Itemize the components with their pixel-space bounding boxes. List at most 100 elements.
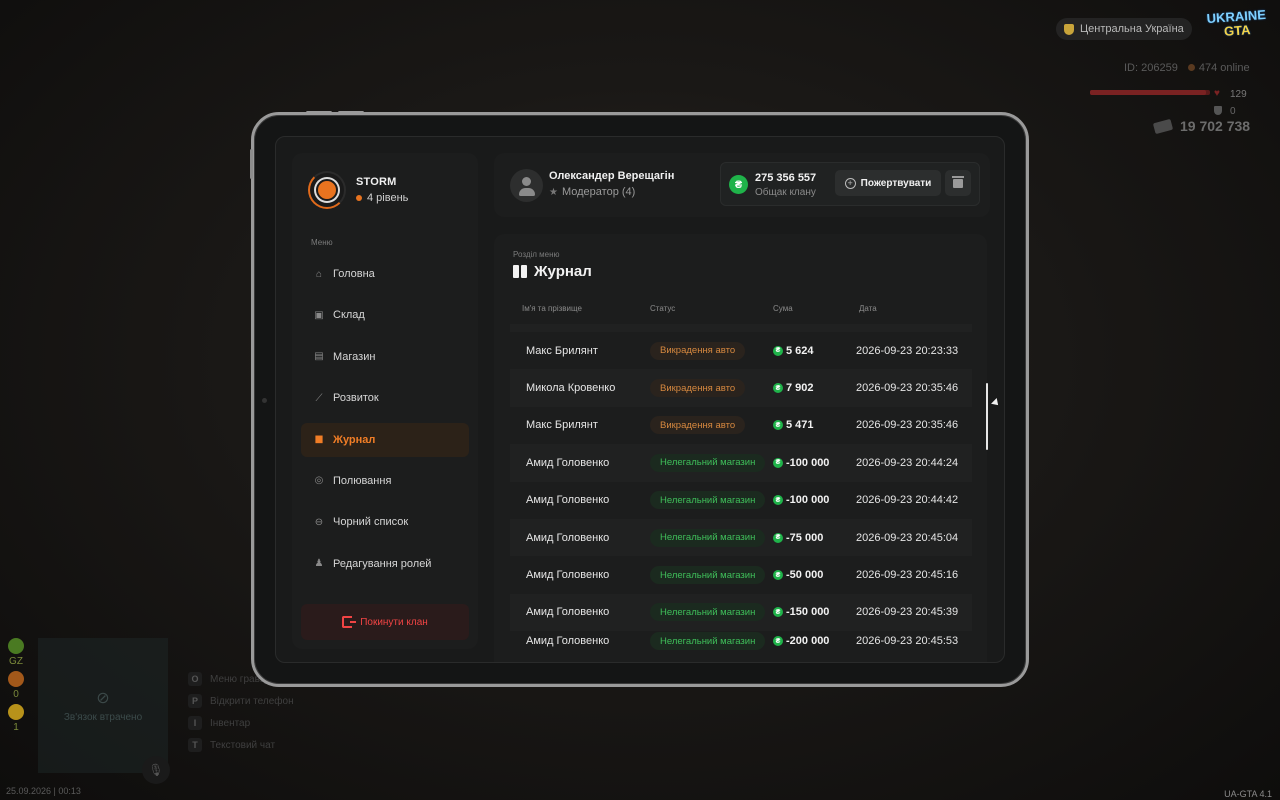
sidebar-item-4[interactable]: ▮▮ Журнал xyxy=(301,422,469,457)
hryvnia-coin-icon: ₴ xyxy=(773,457,783,468)
status-badge: Викрадення авто xyxy=(650,341,746,360)
health-value: 129 xyxy=(1230,89,1247,100)
status-badge: Нелегальний магазин xyxy=(650,603,766,622)
player-id-online: ID: 206259 474 online xyxy=(1124,62,1250,74)
online-count: 474 online xyxy=(1187,62,1250,74)
armor-value: 0 xyxy=(1230,106,1236,117)
row-sum: ₴ 5 624 xyxy=(773,345,814,357)
hryvnia-coin-icon: ₴ xyxy=(773,532,783,543)
section-caption: Розділ меню xyxy=(513,250,560,259)
row-name: Амид Головенко xyxy=(526,531,610,544)
user-edit-icon: ♟ xyxy=(314,558,324,570)
status-badge: Нелегальний магазин xyxy=(650,453,766,472)
table-row: Амид Головенко Нелегальний магазин ₴ -100 0… xyxy=(510,482,972,519)
bank-amount: 275 356 557 xyxy=(755,172,817,184)
row-name: Амид Головенко xyxy=(526,494,610,507)
player-role: ★ Модератор (4) xyxy=(549,186,636,198)
level-dot-icon xyxy=(356,195,362,201)
sidebar-item-6[interactable]: ⊖ Чорний список xyxy=(301,505,469,539)
status-badge: Нелегальний магазин xyxy=(650,528,766,547)
row-date: 2026-09-23 20:35:46 xyxy=(856,382,959,395)
donate-button[interactable]: + Пожертвувати xyxy=(835,170,941,196)
sidebar-item-label: Редагування ролей xyxy=(333,557,432,570)
table-row: Амид Головенко Нелегальний магазин ₴ -150 0… xyxy=(510,593,972,632)
table-row: Амид Головенко Нелегальний магазин ₴ -200 0… xyxy=(510,631,972,651)
row-date: 2026-09-23 20:45:16 xyxy=(856,569,959,582)
blocked-icon: ⊖ xyxy=(314,516,323,528)
player-name: Олександер Верещагін xyxy=(549,170,675,182)
status-badge: Нелегальний магазин xyxy=(650,566,766,585)
hryvnia-coin-icon: ₴ xyxy=(773,636,783,647)
row-date: 2026-09-23 20:35:46 xyxy=(856,419,959,432)
tablet-screen: STORM 4 рівень Меню ⌂ Головна ▣ Склад ▤ Магаз… xyxy=(275,136,1005,663)
player-money: 19 702 738 xyxy=(1152,118,1250,134)
column-header-sum: Сума xyxy=(773,304,793,313)
hryvnia-coin-icon: ₴ xyxy=(773,570,783,581)
table-header-spacer xyxy=(510,324,972,332)
cash-icon xyxy=(1152,118,1174,134)
sidebar-item-label: Чорний список xyxy=(333,516,409,529)
wanted-icon xyxy=(8,671,24,687)
microphone-icon: 🎙︎ xyxy=(142,756,170,784)
row-name: Амид Головенко xyxy=(526,569,610,582)
row-sum: ₴ 5 471 xyxy=(773,419,814,431)
book-icon xyxy=(513,265,527,278)
region-indicator: Центральна Україна xyxy=(1056,18,1192,40)
sidebar-item-1[interactable]: ▣ Склад xyxy=(301,298,469,332)
sidebar-menu: ⌂ Головна ▣ Склад ▤ Магазин ⟋ Розвиток ▮▮ Журнал ◎… xyxy=(301,257,469,588)
row-date: 2026-09-23 20:44:42 xyxy=(856,494,959,507)
row-sum: ₴ -100 000 xyxy=(773,457,829,469)
plus-circle-icon: + xyxy=(844,177,856,189)
journal-table: Макс Брилянт Викрадення авто ₴ 5 624 2026-09… xyxy=(510,332,972,651)
bank-label: Общак клану xyxy=(755,187,816,198)
status-badge: Нелегальний магазин xyxy=(650,491,766,510)
sidebar-item-label: Головна xyxy=(333,268,375,280)
row-name: Макс Брилянт xyxy=(526,344,598,357)
tablet-button xyxy=(306,111,332,114)
box-icon xyxy=(952,175,964,188)
region-name: Центральна Україна xyxy=(1080,23,1184,35)
gang-zone-icon xyxy=(8,638,24,654)
sidebar-item-5[interactable]: ◎ Полювання xyxy=(301,464,469,498)
warehouse-icon: ▣ xyxy=(314,309,323,321)
tablet-button xyxy=(338,111,364,114)
target-icon: ◎ xyxy=(314,475,324,487)
sidebar-item-0[interactable]: ⌂ Головна xyxy=(301,257,469,291)
row-name: Амид Головенко xyxy=(526,635,610,648)
clan-tablet: STORM 4 рівень Меню ⌂ Головна ▣ Склад ▤ Магаз… xyxy=(250,111,1029,687)
column-header-date: Дата xyxy=(859,304,877,313)
table-row: Амид Головенко Нелегальний магазин ₴ -75 00… xyxy=(510,518,972,557)
clan-name: STORM xyxy=(356,176,397,188)
coin-stat-icon xyxy=(8,704,24,720)
clan-bank: ₴ 275 356 557 Общак клану + Пожертвувати xyxy=(720,162,980,206)
row-name: Амид Головенко xyxy=(526,456,610,469)
sidebar-item-label: Розвиток xyxy=(333,392,379,405)
table-row: Амид Головенко Нелегальний магазин ₴ -100 0… xyxy=(510,444,972,482)
shop-basket-icon: ▤ xyxy=(314,351,323,363)
hryvnia-coin-icon: ₴ xyxy=(773,495,783,506)
storage-box-button[interactable] xyxy=(945,170,971,196)
server-logo: UKRAINE GTA xyxy=(1206,6,1267,39)
keybind-row: T Текстовий чат xyxy=(188,734,294,756)
game-version: UA-GTA 4.1 xyxy=(1224,789,1272,799)
row-sum: ₴ -50 000 xyxy=(773,569,823,581)
sidebar-item-7[interactable]: ♟ Редагування ролей xyxy=(301,547,469,581)
book-icon: ▮▮ xyxy=(314,434,323,446)
game-datetime: 25.09.2026 | 00:13 xyxy=(6,786,81,796)
status-badge: Нелегальний магазин xyxy=(650,632,766,651)
column-header-name: Ім'я та прізвище xyxy=(522,304,582,313)
armor-icon xyxy=(1214,106,1222,115)
status-badge: Викрадення авто xyxy=(650,416,746,435)
scrollbar-thumb[interactable] xyxy=(986,383,988,450)
sidebar-item-3[interactable]: ⟋ Розвиток xyxy=(301,381,469,415)
player-id: ID: 206259 xyxy=(1124,62,1178,74)
row-date: 2026-09-23 20:44:24 xyxy=(856,456,959,469)
sidebar-item-label: Склад xyxy=(333,309,365,322)
page-title: Журнал xyxy=(513,263,592,280)
sidebar-item-2[interactable]: ▤ Магазин xyxy=(301,340,469,374)
table-row: Макс Брилянт Викрадення авто ₴ 5 624 2026-09… xyxy=(510,332,972,369)
table-row: Амид Головенко Нелегальний магазин ₴ -50 00… xyxy=(510,556,972,593)
leave-clan-button[interactable]: Покинути клан xyxy=(301,604,469,640)
home-icon: ⌂ xyxy=(315,268,322,280)
status-badge: Викрадення авто xyxy=(650,379,746,398)
